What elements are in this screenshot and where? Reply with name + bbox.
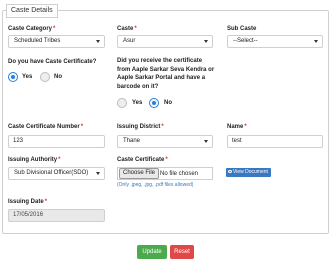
issuing-authority-value: Sub Divisional Officer(SDO): [14, 170, 89, 176]
chevron-down-icon: [314, 40, 318, 43]
caste-value: Asur: [123, 38, 136, 44]
issuing-authority-label: Issuing Authority*: [8, 157, 61, 163]
certificate-number-label: Caste Certificate Number*: [8, 124, 84, 130]
choose-file-button[interactable]: Choose File: [119, 168, 160, 179]
issuing-date-label: Issuing Date*: [8, 199, 48, 205]
aaple-sarkar-question: Did you receive the certificate from Aap…: [117, 58, 215, 90]
chevron-down-icon: [204, 40, 208, 43]
caste-certificate-label: Caste Certificate*: [117, 157, 168, 163]
have-certificate-yes-radio[interactable]: [8, 72, 18, 82]
caste-select[interactable]: Asur: [117, 35, 213, 48]
have-certificate-question: Do you have Caste Certificate?: [8, 59, 97, 65]
caste-category-select[interactable]: Scheduled Tribes: [8, 35, 105, 48]
aaple-sarkar-no-radio[interactable]: [149, 98, 159, 108]
caste-label: Caste*: [117, 26, 137, 32]
file-type-hint: (Only .jpeg, .jpg, .pdf files allowed): [117, 182, 194, 188]
name-input[interactable]: test: [227, 135, 323, 148]
issuing-date-input[interactable]: 17/05/2016: [8, 209, 105, 222]
caste-category-value: Scheduled Tribes: [14, 38, 61, 44]
chevron-down-icon: [204, 140, 208, 143]
aaple-sarkar-yes-label: Yes: [132, 100, 143, 106]
sub-caste-label: Sub Caste: [227, 26, 257, 32]
chevron-down-icon: [96, 172, 100, 175]
caste-details-legend: Caste Details: [6, 4, 58, 18]
aaple-sarkar-no-label: No: [164, 100, 172, 106]
issuing-district-value: Thane: [123, 138, 141, 144]
sub-caste-select[interactable]: --Select--: [227, 35, 323, 48]
name-label: Name*: [227, 124, 247, 130]
view-document-button[interactable]: View Document: [226, 168, 271, 177]
chevron-down-icon: [96, 40, 100, 43]
eye-icon: [228, 170, 232, 173]
certificate-number-input[interactable]: 123: [8, 135, 105, 148]
sub-caste-value: --Select--: [233, 38, 258, 44]
caste-category-label: Caste Category*: [8, 26, 56, 32]
update-button[interactable]: Update: [137, 245, 167, 259]
aaple-sarkar-yes-radio[interactable]: [117, 98, 127, 108]
view-document-label: View Document: [233, 169, 268, 175]
have-certificate-no-radio[interactable]: [40, 72, 50, 82]
issuing-authority-select[interactable]: Sub Divisional Officer(SDO): [8, 167, 105, 180]
file-status-text: No file chosen: [160, 171, 199, 177]
have-certificate-no-label: No: [54, 74, 62, 80]
issuing-district-label: Issuing District*: [117, 124, 164, 130]
have-certificate-yes-label: Yes: [22, 74, 33, 80]
reset-button[interactable]: Reset: [170, 245, 194, 259]
issuing-district-select[interactable]: Thane: [117, 135, 213, 148]
